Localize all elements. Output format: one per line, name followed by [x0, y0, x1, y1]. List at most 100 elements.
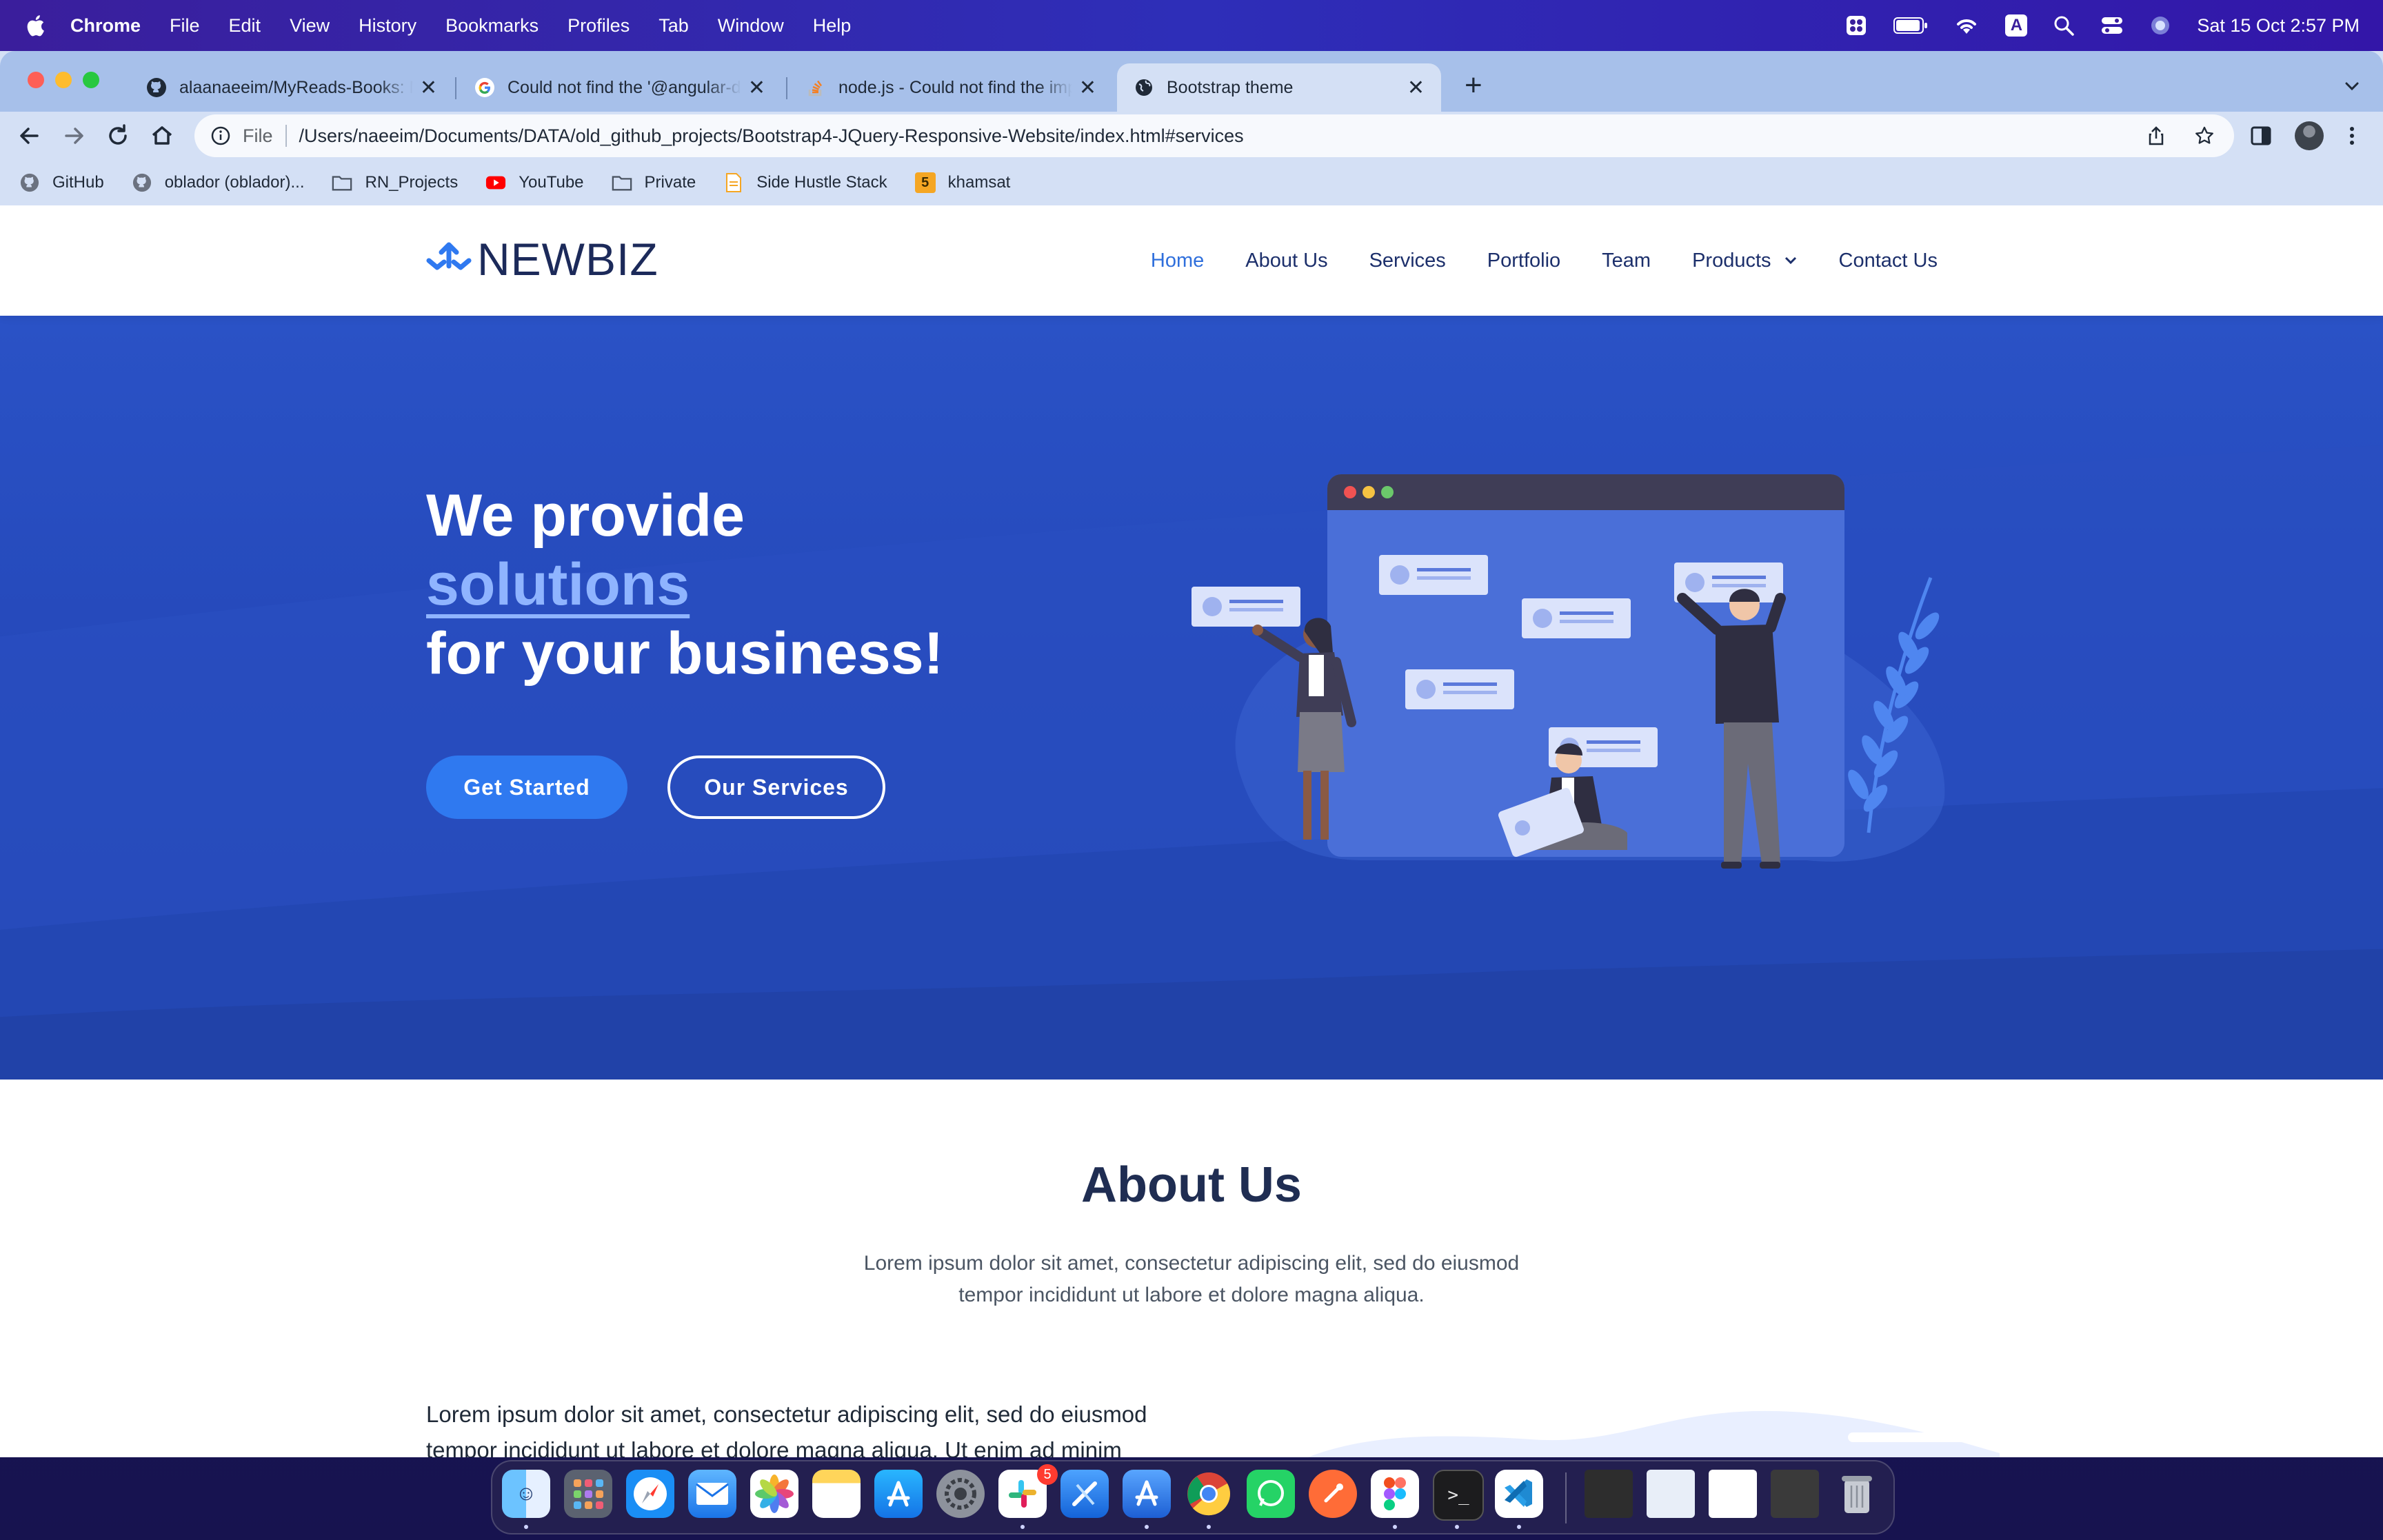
- more-vertical-icon[interactable]: [2342, 124, 2362, 148]
- safari-icon[interactable]: [626, 1470, 674, 1518]
- photos-icon[interactable]: [750, 1470, 798, 1518]
- nav-contact[interactable]: Contact Us: [1839, 250, 1938, 272]
- bookmark-side-hustle[interactable]: Side Hustle Stack: [723, 172, 887, 193]
- tab-node-error[interactable]: node.js - Could not find the imp ✕: [789, 63, 1113, 112]
- notes-icon[interactable]: [812, 1470, 861, 1518]
- bookmark-oblador[interactable]: oblador (oblador)...: [132, 172, 305, 193]
- chrome-icon[interactable]: [1185, 1470, 1233, 1518]
- bookmark-label: RN_Projects: [365, 173, 459, 192]
- home-icon[interactable]: [149, 123, 175, 149]
- running-indicator: [1393, 1525, 1397, 1529]
- nav-products[interactable]: Products: [1692, 250, 1797, 272]
- close-icon[interactable]: ✕: [748, 76, 765, 100]
- menu-file[interactable]: File: [170, 15, 200, 37]
- control-center-icon[interactable]: [2100, 15, 2124, 36]
- nav-about[interactable]: About Us: [1245, 250, 1327, 272]
- clock[interactable]: Sat 15 Oct 2:57 PM: [2197, 15, 2360, 37]
- menu-help[interactable]: Help: [813, 15, 852, 37]
- forward-arrow-icon[interactable]: [61, 123, 87, 149]
- zoom-window-button[interactable]: [83, 72, 99, 88]
- input-source-icon[interactable]: A: [2005, 14, 2028, 37]
- tab-title: alaanaeeim/MyReads-Books: M: [179, 77, 413, 97]
- hero-line-2: solutions: [426, 551, 690, 618]
- whatsapp-icon[interactable]: [1247, 1470, 1295, 1518]
- address-bar[interactable]: File /Users/naeeim/Documents/DATA/old_gi…: [194, 114, 2234, 157]
- new-tab-button[interactable]: +: [1465, 70, 1482, 101]
- omnibox-actions: [2146, 125, 2215, 146]
- nav-products-label: Products: [1692, 249, 1771, 272]
- mail-icon[interactable]: [688, 1470, 736, 1518]
- tab-title: node.js - Could not find the imp: [838, 77, 1072, 97]
- side-panel-icon[interactable]: [2249, 124, 2273, 148]
- spotlight-search-icon[interactable]: [2053, 15, 2075, 36]
- window-thumbnail-terminal-icon[interactable]: [1585, 1470, 1633, 1518]
- siri-icon[interactable]: [2150, 15, 2171, 36]
- reload-icon[interactable]: [105, 123, 131, 149]
- bookmarks-bar: GitHub oblador (oblador)... RN_Projects …: [0, 160, 2383, 205]
- bookmark-label: Side Hustle Stack: [756, 173, 887, 192]
- trash-icon[interactable]: [1833, 1470, 1881, 1518]
- share-icon[interactable]: [2146, 125, 2166, 146]
- github-icon: [147, 78, 166, 97]
- app-store-icon[interactable]: [874, 1470, 923, 1518]
- globe-icon: [1136, 79, 1152, 96]
- bookmark-label: oblador (oblador)...: [164, 173, 305, 192]
- close-window-button[interactable]: [28, 72, 44, 88]
- apple-icon[interactable]: [25, 14, 46, 37]
- nav-portfolio[interactable]: Portfolio: [1487, 250, 1560, 272]
- running-indicator: [524, 1525, 528, 1529]
- scheme-label: File: [243, 125, 273, 146]
- youtube-icon: [485, 172, 506, 193]
- window-thumbnail-simulator-icon[interactable]: [1647, 1470, 1695, 1518]
- menu-history[interactable]: History: [359, 15, 416, 37]
- finder-icon[interactable]: ☺: [502, 1470, 550, 1518]
- battery-icon[interactable]: [1893, 17, 1928, 34]
- site-logo[interactable]: NEWBIZ: [426, 233, 658, 285]
- browser-chrome: alaanaeeim/MyReads-Books: M ✕ Could not …: [0, 51, 2383, 205]
- menu-tab[interactable]: Tab: [658, 15, 689, 37]
- simulator-icon[interactable]: [1123, 1470, 1171, 1518]
- nav-home[interactable]: Home: [1151, 250, 1204, 272]
- avatar[interactable]: [2295, 121, 2324, 150]
- nav-services[interactable]: Services: [1369, 250, 1446, 272]
- menu-bookmarks[interactable]: Bookmarks: [445, 15, 539, 37]
- tab-myreads[interactable]: alaanaeeim/MyReads-Books: M ✕: [130, 63, 454, 112]
- bookmark-youtube[interactable]: YouTube: [485, 172, 584, 193]
- terminal-icon[interactable]: >_: [1433, 1470, 1484, 1521]
- hero-line-1: We provide: [426, 483, 745, 549]
- close-icon[interactable]: ✕: [1407, 76, 1425, 100]
- bookmark-private[interactable]: Private: [612, 172, 696, 193]
- launchpad-icon[interactable]: [564, 1470, 612, 1518]
- window-thumbnail-chrome-icon[interactable]: [1709, 1470, 1757, 1518]
- chevron-down-icon[interactable]: [2342, 76, 2362, 97]
- window-thumbnail-chrome-dark-icon[interactable]: [1771, 1470, 1819, 1518]
- our-services-button[interactable]: Our Services: [667, 756, 885, 819]
- figma-icon[interactable]: [1371, 1470, 1419, 1518]
- nav-team[interactable]: Team: [1602, 250, 1651, 272]
- menu-edit[interactable]: Edit: [229, 15, 261, 37]
- control-grid-icon[interactable]: [1845, 14, 1867, 37]
- xcode-icon[interactable]: [1060, 1470, 1109, 1518]
- get-started-button[interactable]: Get Started: [426, 756, 627, 819]
- wifi-icon[interactable]: [1954, 16, 1979, 35]
- menu-app-name[interactable]: Chrome: [70, 15, 141, 37]
- system-preferences-icon[interactable]: [936, 1470, 985, 1518]
- tab-bootstrap-theme[interactable]: Bootstrap theme ✕: [1117, 63, 1441, 112]
- postman-icon[interactable]: [1309, 1470, 1357, 1518]
- close-icon[interactable]: ✕: [1079, 76, 1096, 100]
- back-arrow-icon[interactable]: [17, 123, 43, 149]
- bookmark-star-icon[interactable]: [2194, 125, 2215, 146]
- menu-profiles[interactable]: Profiles: [567, 15, 630, 37]
- menu-window[interactable]: Window: [718, 15, 784, 37]
- bookmark-khamsat[interactable]: 5 khamsat: [914, 172, 1010, 193]
- menu-view[interactable]: View: [290, 15, 330, 37]
- minimize-window-button[interactable]: [55, 72, 72, 88]
- vscode-icon[interactable]: [1495, 1470, 1543, 1518]
- info-icon[interactable]: [211, 126, 230, 145]
- bookmark-github[interactable]: GitHub: [19, 172, 104, 193]
- bookmark-rn-projects[interactable]: RN_Projects: [332, 172, 458, 193]
- tab-angular-error[interactable]: Could not find the '@angular-d ✕: [458, 63, 782, 112]
- url-text[interactable]: /Users/naeeim/Documents/DATA/old_github_…: [299, 125, 2146, 147]
- doc-icon: [723, 172, 744, 193]
- close-icon[interactable]: ✕: [420, 76, 437, 100]
